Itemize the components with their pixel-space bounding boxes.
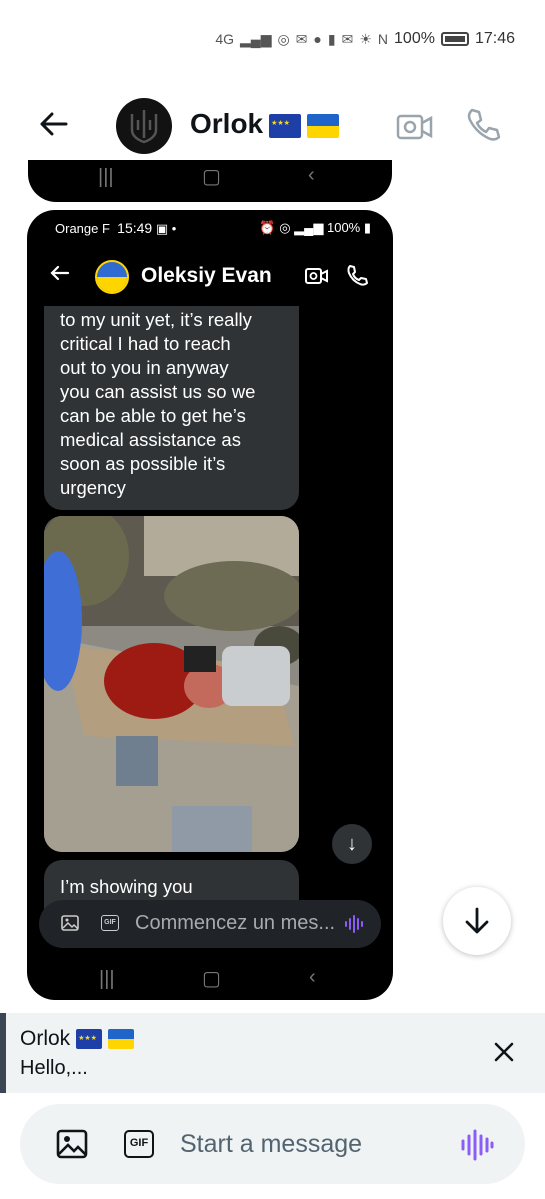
ukraine-flag-icon xyxy=(108,1029,135,1050)
injury-photo xyxy=(44,516,299,852)
embedded-video-icon xyxy=(305,266,329,291)
reply-text: Hello,... xyxy=(20,1057,88,1079)
phone-call-icon[interactable] xyxy=(464,106,502,144)
status-icons: 4G ▂▄▆ ◎ ✉ ● ▮ ✉ ☀ N 100% 17:46 xyxy=(215,30,515,48)
embedded-screenshot-top: ||| ▢ ‹ xyxy=(28,160,392,202)
recent-apps-icon: ||| xyxy=(98,166,114,188)
nfc-icon: N xyxy=(377,31,389,47)
embedded-recent-apps-icon: ||| xyxy=(99,968,115,990)
scroll-down-button[interactable] xyxy=(443,887,511,955)
nav-back-icon: ‹ xyxy=(308,164,315,186)
embedded-status-right: ⏰ ◎ ▂▄▆ 100% ▮ xyxy=(259,220,371,235)
message-input[interactable]: Start a message xyxy=(180,1130,362,1159)
embedded-composer-placeholder: Commencez un mes... xyxy=(135,912,336,934)
message-composer: GIF Start a message xyxy=(20,1104,525,1184)
embedded-contact-name: Oleksiy Evan xyxy=(141,264,272,287)
back-arrow-icon[interactable] xyxy=(36,106,76,146)
video-call-icon[interactable] xyxy=(396,110,434,144)
message-bubble: to my unit yet, it’s really critical I h… xyxy=(44,306,299,510)
ukraine-flag-icon xyxy=(307,113,340,138)
embedded-time: 15:49 xyxy=(117,220,153,236)
embedded-phone-icon xyxy=(345,264,369,293)
battery-percent: 100% xyxy=(394,30,435,47)
app-icon: ● xyxy=(313,31,322,47)
voice-message-icon[interactable] xyxy=(460,1128,494,1167)
gif-icon[interactable]: GIF xyxy=(124,1130,154,1158)
embedded-nav-back-icon: ‹ xyxy=(309,966,316,988)
embedded-scroll-down-icon: ↓ xyxy=(332,824,372,864)
wifi-icon: ◎ xyxy=(277,30,290,47)
embedded-screenshot[interactable]: Orange F 15:49 ▣ • ⏰ ◎ ▂▄▆ 100% ▮ Oleksi… xyxy=(27,210,393,1000)
embedded-avatar xyxy=(95,260,129,294)
embedded-image-icon xyxy=(61,915,79,936)
status-bar: 4G ▂▄▆ ◎ ✉ ● ▮ ✉ ☀ N 100% 17:46 xyxy=(0,0,545,80)
eu-flag-icon xyxy=(269,113,302,138)
embedded-voice-icon xyxy=(344,914,364,939)
reply-preview: Orlok Hello,... xyxy=(0,1013,545,1093)
clock: 17:46 xyxy=(474,30,515,47)
bulb-icon: ☀ xyxy=(359,30,372,47)
reply-author-name: Orlok xyxy=(20,1027,71,1050)
reply-author: Orlok xyxy=(20,1027,135,1051)
reply-accent-bar xyxy=(0,1013,6,1093)
embedded-back-icon xyxy=(49,262,71,291)
embedded-home-icon: ▢ xyxy=(202,968,221,990)
close-icon[interactable] xyxy=(490,1038,518,1066)
trident-icon xyxy=(130,110,158,144)
signal-icon: ▂▄▆ xyxy=(240,30,272,47)
embedded-carrier: Orange F xyxy=(55,221,110,236)
notification-icon: ▮ xyxy=(327,30,336,47)
eu-flag-icon xyxy=(76,1029,103,1050)
home-icon: ▢ xyxy=(202,166,221,188)
network-label: 4G xyxy=(215,31,235,47)
mail-icon: ✉ xyxy=(295,30,308,47)
contact-name-text: Orlok xyxy=(190,108,264,139)
embedded-battery: 100% xyxy=(326,220,361,235)
contact-name[interactable]: Orlok xyxy=(190,108,340,140)
embedded-nav-bar: ||| ▢ ‹ xyxy=(27,962,393,1000)
image-icon[interactable] xyxy=(56,1128,88,1165)
avatar[interactable] xyxy=(116,98,172,154)
embedded-composer: GIF Commencez un mes... xyxy=(39,900,381,948)
embedded-status-left: Orange F 15:49 ▣ • xyxy=(55,220,177,236)
battery-icon xyxy=(440,32,469,46)
embedded-gif-icon: GIF xyxy=(101,915,119,931)
arrow-down-icon xyxy=(465,907,489,934)
mail-icon-2: ✉ xyxy=(341,30,354,47)
